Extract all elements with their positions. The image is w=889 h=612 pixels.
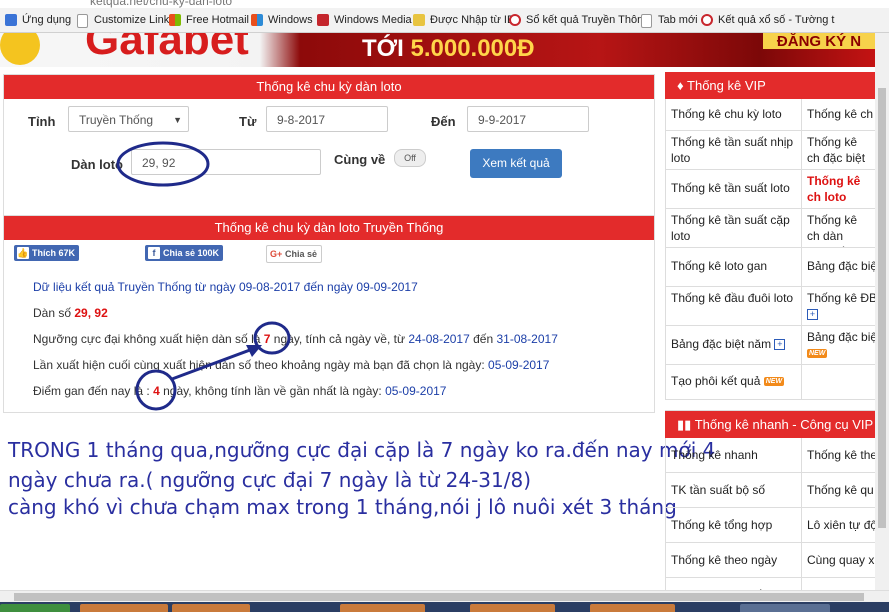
vip-link-highlight[interactable]: Thống kê ch loto xyxy=(802,170,875,208)
taskbar-item[interactable] xyxy=(172,604,250,612)
vip-link[interactable]: Thống kê tần suất loto xyxy=(666,170,802,208)
bookmark-customize-links[interactable]: Customize Links xyxy=(76,12,180,28)
folder-icon xyxy=(413,14,425,26)
diamond-icon: ♦ xyxy=(677,78,684,93)
taskbar-item[interactable] xyxy=(590,604,675,612)
bookmark-windows-media[interactable]: Windows Media xyxy=(316,12,426,28)
bookmark-so-ket-qua[interactable]: Sổ kết quả Truyền Thôn xyxy=(508,12,646,28)
quick-row: Thống kê nhanh Thống kê the xyxy=(666,438,875,473)
sidebar-quick: ▮▮ Thống kê nhanh - Công cụ VIP Thống kê… xyxy=(665,410,875,590)
apps-icon xyxy=(5,14,17,26)
taskbar-item[interactable] xyxy=(80,604,168,612)
quick-link[interactable]: TK tần suất bộ số xyxy=(666,473,802,507)
site-favicon-icon xyxy=(701,14,713,26)
vip-grid: Thống kê chu kỳ loto Thống kê ch Thống kê… xyxy=(665,99,875,400)
site-favicon-icon xyxy=(509,14,521,26)
scroll-thumb[interactable] xyxy=(14,593,864,601)
tray-area xyxy=(740,604,830,612)
sidebar-vip: ♦ Thống kê VIP Thống kê chu kỳ loto Thống… xyxy=(665,72,875,400)
windows-media-icon xyxy=(317,14,329,26)
vip-row: Thống kê tần suất nhịp loto Thống kê ch đ… xyxy=(666,131,875,170)
taskbar xyxy=(0,602,889,612)
vip-row: Bảng đặc biệt năm + Bảng đặc biệ NEW xyxy=(666,326,875,365)
quick-row: Công cụ ghép số VIPCông cụ tách xyxy=(666,578,875,590)
annotation-circle-gan xyxy=(135,369,177,411)
vip-link[interactable]: Thống kê ch xyxy=(802,99,875,130)
quick-link[interactable]: Thống kê qu xyxy=(802,473,875,507)
bookmark-apps[interactable]: Ứng dụng xyxy=(4,12,84,28)
banner-cta-button[interactable]: ĐĂNG KÝ N xyxy=(763,33,875,50)
quick-row: Thống kê theo ngày Cùng quay x xyxy=(666,543,875,578)
bookmarks-bar: Ứng dụng Customize Links Free Hotmail Wi… xyxy=(0,8,889,33)
new-badge: NEW xyxy=(763,377,785,387)
quick-link[interactable]: Cùng quay x xyxy=(802,543,875,577)
bookmark-ie-import[interactable]: Được Nhập từ IE xyxy=(412,12,520,28)
vip-empty-cell xyxy=(802,365,875,399)
annotation-circle-threshold xyxy=(253,321,291,355)
vertical-scrollbar[interactable] xyxy=(875,33,889,590)
bar-chart-icon: ▮▮ xyxy=(677,417,692,432)
vip-row: Tạo phôi kết quả NEW xyxy=(666,365,875,400)
scroll-thumb[interactable] xyxy=(878,88,886,528)
quick-link[interactable]: Công cụ ghép số VIP xyxy=(666,578,802,590)
plus-icon: + xyxy=(807,309,818,321)
annotation-circle-dan xyxy=(116,141,210,187)
quick-link[interactable]: Thống kê nhanh xyxy=(666,438,802,472)
vip-link[interactable]: Thống kê ch dàn cùng về xyxy=(802,209,875,247)
vip-link[interactable]: Thống kê chu kỳ loto xyxy=(666,99,802,130)
page-icon xyxy=(77,14,88,28)
windows-logo-icon xyxy=(251,14,263,26)
vip-header: ♦ Thống kê VIP xyxy=(665,72,875,99)
bookmark-new-tab[interactable]: Tab mới xyxy=(640,12,708,28)
windows-logo-icon xyxy=(169,14,181,26)
quick-row: Thống kê tổng hợp Lô xiên tự độ xyxy=(666,508,875,543)
vip-row: Thống kê tần suất loto Thống kê ch loto xyxy=(666,170,875,209)
vip-link[interactable]: Bảng đặc biệ xyxy=(802,248,875,286)
page-icon xyxy=(641,14,652,28)
vip-row: Thống kê đầu đuôi loto Thống kê ĐB + xyxy=(666,287,875,326)
vip-link[interactable]: Thống kê loto gan xyxy=(666,248,802,286)
annotation-arrow xyxy=(171,345,259,381)
quick-link[interactable]: Thống kê tổng hợp xyxy=(666,508,802,542)
start-button[interactable] xyxy=(0,604,70,612)
plus-icon: + xyxy=(774,339,786,351)
vip-link[interactable]: Tạo phôi kết quả NEW xyxy=(666,365,802,399)
bookmark-ket-qua-xo-so[interactable]: Kết quả xổ số - Tường t xyxy=(700,12,838,28)
vip-link[interactable]: Bảng đặc biệt năm + xyxy=(666,326,802,364)
vip-row: Thống kê loto gan Bảng đặc biệ xyxy=(666,248,875,287)
quick-link[interactable]: Thống kê theo ngày xyxy=(666,543,802,577)
user-note-line-2: ngày chưa ra.( ngưỡng cực đại 7 ngày là … xyxy=(8,468,532,492)
address-bar[interactable]: ketqua.net/chu-ky-dan-loto xyxy=(0,0,889,8)
new-badge: NEW xyxy=(807,349,828,359)
taskbar-item[interactable] xyxy=(340,604,425,612)
vip-link[interactable]: Thống kê ch đặc biệt xyxy=(802,131,875,169)
quick-row: TK tần suất bộ số Thống kê qu xyxy=(666,473,875,508)
address-text: ketqua.net/chu-ky-dan-loto xyxy=(90,0,233,8)
web-page: Gafabet TỚI 5.000.000Đ ĐĂNG KÝ N Thống k… xyxy=(0,33,875,590)
quick-link[interactable]: Thống kê the xyxy=(802,438,875,472)
taskbar-item[interactable] xyxy=(470,604,555,612)
quick-link[interactable]: Công cụ tách xyxy=(802,578,875,590)
user-note-line-3: càng khó vì chưa chạm max trong 1 tháng,… xyxy=(8,495,677,519)
vip-link[interactable]: Bảng đặc biệ NEW xyxy=(802,326,875,364)
quick-grid: Thống kê nhanh Thống kê the TK tần suất b… xyxy=(665,438,875,590)
vip-link[interactable]: Thống kê tần suất cặp loto xyxy=(666,209,802,247)
vip-row: Thống kê tần suất cặp loto Thống kê ch dà… xyxy=(666,209,875,248)
bookmark-free-hotmail[interactable]: Free Hotmail xyxy=(168,12,260,28)
quick-link[interactable]: Lô xiên tự độ xyxy=(802,508,875,542)
vip-row: Thống kê chu kỳ loto Thống kê ch xyxy=(666,99,875,131)
vip-link[interactable]: Thống kê đầu đuôi loto xyxy=(666,287,802,325)
quick-header: ▮▮ Thống kê nhanh - Công cụ VIP xyxy=(665,411,875,438)
user-note-line-1: TRONG 1 tháng qua,ngưỡng cực đại cặp là … xyxy=(8,438,716,462)
vip-link[interactable]: Thống kê ĐB + xyxy=(802,287,875,325)
vip-link[interactable]: Thống kê tần suất nhịp loto xyxy=(666,131,802,169)
